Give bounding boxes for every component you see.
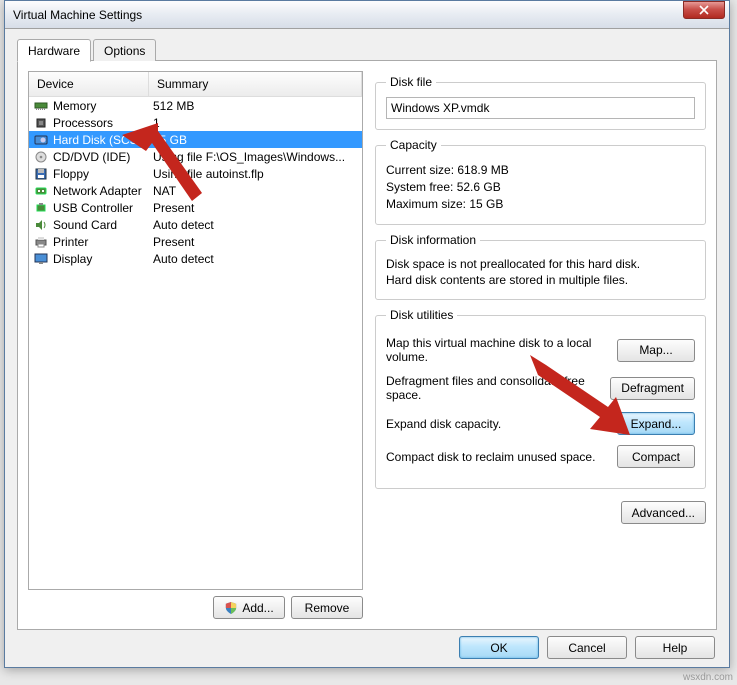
device-name: Memory: [53, 99, 147, 113]
device-row-net[interactable]: Network AdapterNAT: [29, 182, 362, 199]
cd-icon: [33, 150, 49, 164]
ok-button[interactable]: OK: [459, 636, 539, 659]
shield-icon: [224, 602, 238, 614]
close-button[interactable]: [683, 1, 725, 19]
help-button[interactable]: Help: [635, 636, 715, 659]
net-icon: [33, 184, 49, 198]
capacity-current: Current size: 618.9 MB: [386, 163, 695, 177]
diskinfo-legend: Disk information: [386, 233, 480, 247]
tab-panel: Device Summary Memory512 MBProcessors1Ha…: [17, 60, 717, 630]
cpu-icon: [33, 116, 49, 130]
device-summary: Present: [147, 201, 358, 215]
device-summary: 1: [147, 116, 358, 130]
util-map-row: Map this virtual machine disk to a local…: [386, 336, 695, 364]
advanced-button[interactable]: Advanced...: [621, 501, 706, 524]
tab-strip: Hardware Options: [17, 39, 717, 61]
memory-icon: [33, 99, 49, 113]
device-rows: Memory512 MBProcessors1Hard Disk (SCSI)1…: [29, 97, 362, 589]
display-icon: [33, 252, 49, 266]
diskfile-group: Disk file: [375, 75, 706, 130]
diskinfo-group: Disk information Disk space is not preal…: [375, 233, 706, 300]
capacity-legend: Capacity: [386, 138, 441, 152]
window-title: Virtual Machine Settings: [13, 8, 142, 22]
diskfile-input[interactable]: [386, 97, 695, 119]
diskinfo-line1: Disk space is not preallocated for this …: [386, 257, 695, 271]
util-map-desc: Map this virtual machine disk to a local…: [386, 336, 617, 364]
device-row-floppy[interactable]: FloppyUsing file autoinst.flp: [29, 165, 362, 182]
window-content: Hardware Options Device Summary Memory51…: [5, 29, 729, 638]
device-summary: NAT: [147, 184, 358, 198]
cancel-button[interactable]: Cancel: [547, 636, 627, 659]
device-name: Printer: [53, 235, 147, 249]
device-row-cd[interactable]: CD/DVD (IDE)Using file F:\OS_Images\Wind…: [29, 148, 362, 165]
device-table: Device Summary Memory512 MBProcessors1Ha…: [28, 71, 363, 590]
printer-icon: [33, 235, 49, 249]
settings-window: Virtual Machine Settings Hardware Option…: [4, 0, 730, 668]
floppy-icon: [33, 167, 49, 181]
dialog-buttons: OK Cancel Help: [459, 636, 715, 659]
add-button[interactable]: Add...: [213, 596, 285, 619]
device-name: Display: [53, 252, 147, 266]
capacity-group: Capacity Current size: 618.9 MB System f…: [375, 138, 706, 225]
device-buttons: Add... Remove: [28, 596, 363, 619]
diskfile-legend: Disk file: [386, 75, 436, 89]
advanced-row: Advanced...: [375, 501, 706, 524]
watermark: wsxdn.com: [683, 672, 733, 683]
col-header-device[interactable]: Device: [29, 72, 149, 96]
device-name: USB Controller: [53, 201, 147, 215]
device-name: Sound Card: [53, 218, 147, 232]
defragment-button[interactable]: Defragment: [610, 377, 695, 400]
device-panel: Device Summary Memory512 MBProcessors1Ha…: [28, 71, 363, 619]
util-compact-row: Compact disk to reclaim unused space. Co…: [386, 445, 695, 468]
compact-button[interactable]: Compact: [617, 445, 695, 468]
device-name: Floppy: [53, 167, 147, 181]
device-row-memory[interactable]: Memory512 MB: [29, 97, 362, 114]
device-row-disk[interactable]: Hard Disk (SCSI)15 GB: [29, 131, 362, 148]
utilities-legend: Disk utilities: [386, 308, 457, 322]
detail-panel: Disk file Capacity Current size: 618.9 M…: [375, 71, 706, 619]
util-compact-desc: Compact disk to reclaim unused space.: [386, 450, 617, 464]
capacity-max: Maximum size: 15 GB: [386, 197, 695, 211]
device-summary: 15 GB: [147, 133, 358, 147]
titlebar: Virtual Machine Settings: [5, 1, 729, 29]
device-name: CD/DVD (IDE): [53, 150, 147, 164]
device-summary: Present: [147, 235, 358, 249]
sound-icon: [33, 218, 49, 232]
util-expand-row: Expand disk capacity. Expand...: [386, 412, 695, 435]
tab-hardware[interactable]: Hardware: [17, 39, 91, 62]
util-expand-desc: Expand disk capacity.: [386, 417, 617, 431]
device-row-printer[interactable]: PrinterPresent: [29, 233, 362, 250]
device-summary: Using file autoinst.flp: [147, 167, 358, 181]
device-name: Network Adapter: [53, 184, 147, 198]
device-summary: Auto detect: [147, 252, 358, 266]
device-summary: Auto detect: [147, 218, 358, 232]
utilities-group: Disk utilities Map this virtual machine …: [375, 308, 706, 489]
device-row-usb[interactable]: USB ControllerPresent: [29, 199, 362, 216]
device-table-header: Device Summary: [29, 72, 362, 97]
expand-button[interactable]: Expand...: [617, 412, 695, 435]
util-defrag-row: Defragment files and consolidate free sp…: [386, 374, 695, 402]
diskinfo-line2: Hard disk contents are stored in multipl…: [386, 273, 695, 287]
util-defrag-desc: Defragment files and consolidate free sp…: [386, 374, 610, 402]
device-row-display[interactable]: DisplayAuto detect: [29, 250, 362, 267]
device-name: Hard Disk (SCSI): [53, 133, 147, 147]
remove-button[interactable]: Remove: [291, 596, 363, 619]
device-row-cpu[interactable]: Processors1: [29, 114, 362, 131]
device-summary: 512 MB: [147, 99, 358, 113]
device-summary: Using file F:\OS_Images\Windows...: [147, 150, 358, 164]
disk-icon: [33, 133, 49, 147]
add-button-label: Add...: [242, 601, 273, 615]
usb-icon: [33, 201, 49, 215]
col-header-summary[interactable]: Summary: [149, 72, 362, 96]
tab-options[interactable]: Options: [93, 39, 156, 61]
capacity-free: System free: 52.6 GB: [386, 180, 695, 194]
map-button[interactable]: Map...: [617, 339, 695, 362]
device-row-sound[interactable]: Sound CardAuto detect: [29, 216, 362, 233]
device-name: Processors: [53, 116, 147, 130]
